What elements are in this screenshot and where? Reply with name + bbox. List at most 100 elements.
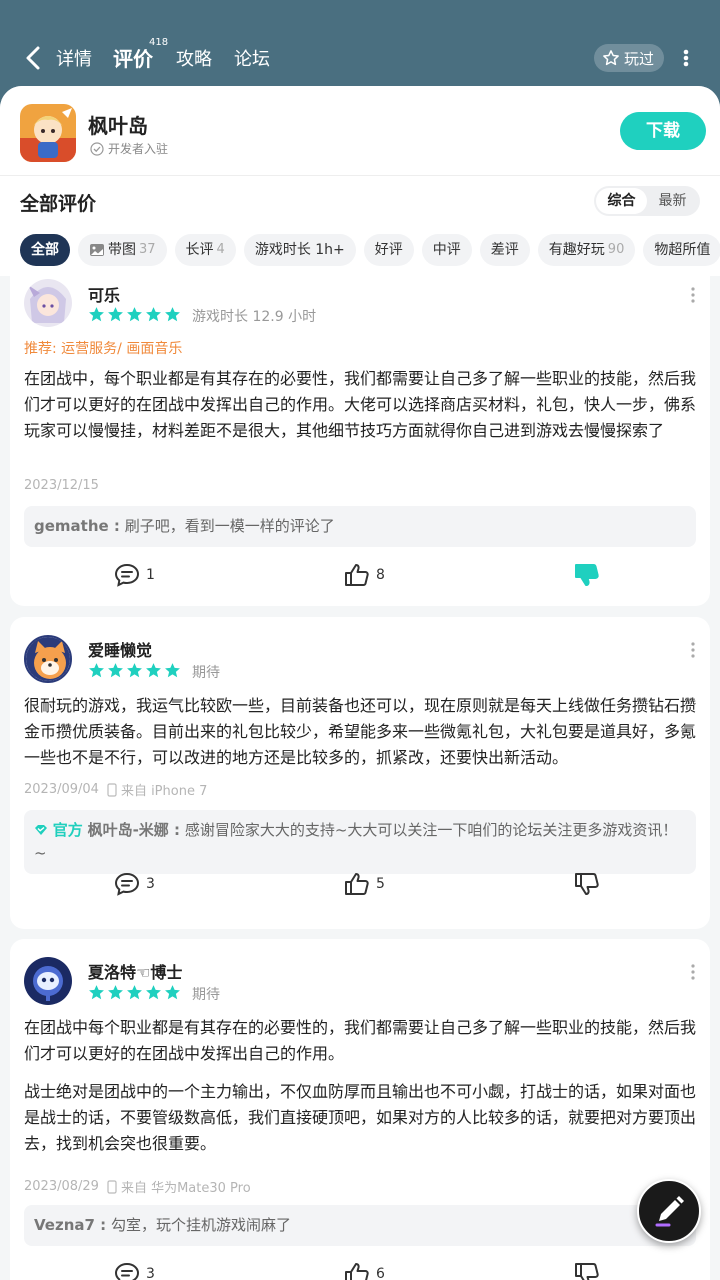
reply-user[interactable]: 枫叶岛-米娜 :: [88, 821, 180, 839]
more-vertical-icon[interactable]: [678, 46, 694, 70]
star-icon: [89, 663, 104, 678]
chip-with-images[interactable]: 带图 37: [78, 234, 167, 266]
tab-forum[interactable]: 论坛: [234, 45, 270, 71]
chip-playtime[interactable]: 游戏时长 1h+: [243, 234, 356, 266]
comment-button[interactable]: 3: [114, 1262, 155, 1280]
review-date: 2023/09/04 来自 iPhone 7: [24, 780, 207, 799]
write-review-button[interactable]: [637, 1179, 701, 1243]
chip-count: 90: [607, 242, 625, 257]
tab-guides[interactable]: 攻略: [176, 45, 212, 71]
review-text[interactable]: 在团战中，每个职业都是有其存在的必要性，我们都需要让自己多了解一些职业的技能，然…: [24, 366, 698, 444]
star-icon: [165, 663, 180, 678]
like-button[interactable]: 8: [344, 563, 385, 587]
playtime-meta: 游戏时长 12.9 小时: [192, 309, 317, 325]
chip-fun[interactable]: 有趣好玩 90: [537, 234, 636, 266]
reviewer-name[interactable]: 爱睡懒觉: [88, 637, 152, 661]
developer-verified-tag: 开发者入驻: [90, 140, 168, 157]
review-card: 可乐 游戏时长 12.9 小时 推荐: 运营服务/ 画面音乐 在团战中，每个职业…: [10, 276, 710, 606]
like-button[interactable]: 5: [344, 872, 385, 896]
star-rating: [88, 306, 181, 323]
device-text: 来自 iPhone 7: [120, 784, 208, 799]
chip-label: 好评: [374, 242, 403, 258]
chip-positive[interactable]: 好评: [363, 234, 414, 266]
dislike-button[interactable]: [574, 1262, 600, 1280]
review-date: 2023/08/29 来自 华为Mate30 Pro: [24, 1177, 251, 1196]
chip-neutral[interactable]: 中评: [421, 234, 472, 266]
chip-value[interactable]: 物超所值: [643, 234, 720, 266]
review-text-paragraph-2[interactable]: 战士绝对是团战中的一个主力输出，不仅血防厚而且输出也不可小觑，打战士的话，如果对…: [24, 1079, 698, 1157]
more-options-icon[interactable]: [690, 963, 696, 981]
thumbs-down-icon: [575, 873, 599, 895]
reviewer-name[interactable]: 夏洛特☜博士: [88, 959, 182, 983]
tab-reviews[interactable]: 评价: [111, 43, 155, 78]
sort-comprehensive[interactable]: 综合: [596, 188, 647, 214]
sort-latest[interactable]: 最新: [647, 188, 698, 214]
top-bar: 详情 评价 418 攻略 论坛 玩过: [0, 0, 720, 100]
reply-user[interactable]: gemathe :: [34, 517, 120, 535]
reply-user[interactable]: Vezna7 :: [34, 1216, 106, 1234]
status-meta: 期待: [192, 665, 220, 681]
image-icon: [90, 244, 104, 256]
thumbs-up-icon: [345, 873, 369, 895]
date-text: 2023/09/04: [24, 782, 99, 797]
review-text[interactable]: 在团战中每个职业都是有其存在的必要性的，我们都需要让自己多了解一些职业的技能，然…: [24, 1015, 698, 1067]
comment-button[interactable]: 1: [114, 563, 155, 587]
game-app-icon[interactable]: [20, 104, 76, 162]
reviews-count-badge: 418: [149, 37, 169, 48]
chip-long-review[interactable]: 长评 4: [174, 234, 236, 266]
comment-button[interactable]: 3: [114, 872, 155, 896]
chip-all[interactable]: 全部: [20, 234, 70, 266]
thumbs-up-icon: [345, 564, 369, 586]
content-sheet: 枫叶岛 开发者入驻 下载 全部评价 综合 最新 全部 带图 37 长评 4 游戏时长…: [0, 86, 720, 1280]
chip-label: 带图: [108, 242, 136, 258]
star-icon: [89, 985, 104, 1000]
avatar[interactable]: [24, 957, 72, 1005]
dislike-button[interactable]: [574, 563, 600, 587]
like-count: 5: [376, 876, 385, 892]
comment-count: 3: [146, 1266, 155, 1280]
chip-count: 4: [216, 242, 225, 257]
date-text: 2023/08/29: [24, 1179, 99, 1194]
reply-box[interactable]: Vezna7 : 勾室，玩个挂机游戏闹麻了: [24, 1205, 696, 1246]
official-badge-icon: [35, 825, 47, 835]
review-text[interactable]: 很耐玩的游戏，我运气比较欧一些，目前装备也还可以，现在原则就是每天上线做任务攒钻…: [24, 693, 698, 771]
star-icon: [165, 985, 180, 1000]
review-card: 夏洛特☜博士 期待 在团战中每个职业都是有其存在的必要性的，我们都需要让自己多了…: [10, 939, 710, 1280]
phone-icon: [107, 782, 117, 797]
avatar[interactable]: [24, 279, 72, 327]
review-date: 2023/12/15: [24, 478, 99, 493]
avatar[interactable]: [24, 635, 72, 683]
reply-text: 刷子吧，看到一模一样的评论了: [124, 517, 335, 535]
more-options-icon[interactable]: [690, 641, 696, 659]
game-header-card: 枫叶岛 开发者入驻 下载: [0, 86, 720, 176]
reply-box[interactable]: gemathe : 刷子吧，看到一模一样的评论了: [24, 506, 696, 547]
star-icon: [146, 985, 161, 1000]
chip-count: 37: [139, 242, 156, 257]
more-options-icon[interactable]: [690, 286, 696, 304]
like-count: 8: [376, 567, 385, 583]
date-text: 2023/12/15: [24, 478, 99, 493]
like-count: 6: [376, 1266, 385, 1280]
comment-icon: [114, 563, 140, 587]
tab-details[interactable]: 详情: [56, 45, 92, 71]
download-button[interactable]: 下载: [620, 112, 706, 150]
star-icon: [146, 307, 161, 322]
star-icon: [165, 307, 180, 322]
played-button[interactable]: 玩过: [593, 44, 664, 72]
verified-check-icon: [90, 141, 104, 156]
filter-chips: 全部 带图 37 长评 4 游戏时长 1h+ 好评 中评 差评 有趣好玩 90 物超所…: [20, 234, 720, 266]
reviews-filter-panel: 全部评价 综合 最新 全部 带图 37 长评 4 游戏时长 1h+ 好评 中评 差评…: [0, 176, 720, 276]
star-icon: [108, 663, 123, 678]
recommend-tags: 推荐: 运营服务/ 画面音乐: [24, 341, 183, 357]
reply-box[interactable]: 官方 枫叶岛-米娜 : 感谢冒险家大大的支持~大大可以关注一下咱们的论坛关注更多…: [24, 810, 696, 874]
played-label: 玩过: [623, 49, 654, 68]
reviewer-name[interactable]: 可乐: [88, 282, 120, 306]
chip-negative[interactable]: 差评: [479, 234, 530, 266]
star-outline-icon: [603, 50, 619, 66]
like-button[interactable]: 6: [344, 1262, 385, 1280]
dislike-button[interactable]: [574, 872, 600, 896]
back-arrow-icon[interactable]: [22, 44, 46, 72]
star-icon: [108, 985, 123, 1000]
chip-label: 游戏时长 1h+: [254, 242, 345, 258]
star-icon: [146, 663, 161, 678]
